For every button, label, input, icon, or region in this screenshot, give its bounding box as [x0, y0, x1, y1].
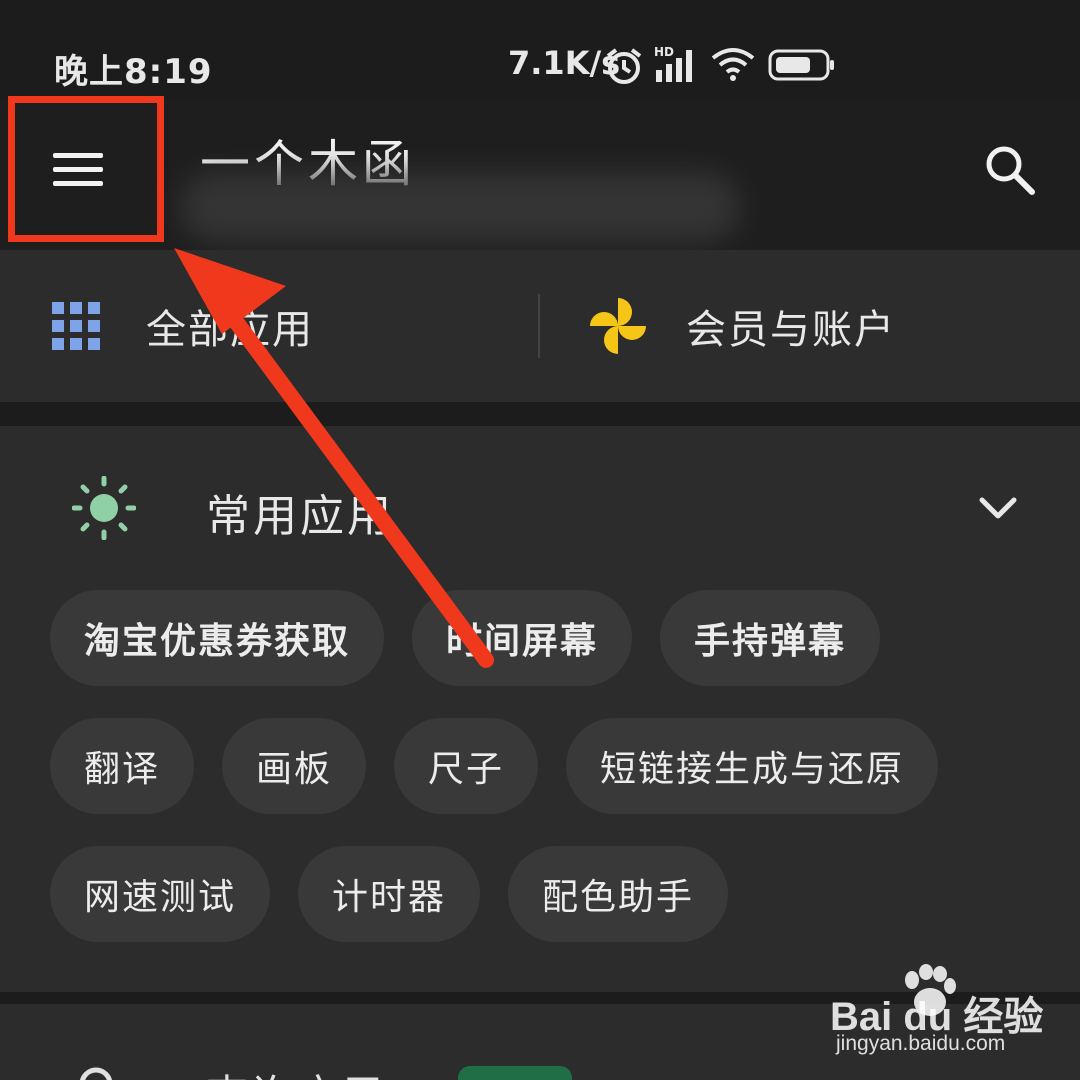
query-apps-label: 查询应用	[206, 1062, 386, 1080]
common-apps-header[interactable]: 常用应用	[0, 466, 1080, 550]
pinwheel-icon	[590, 298, 646, 354]
vip-label: 会员与账户	[686, 307, 896, 353]
search-icon	[79, 1067, 113, 1080]
chip-short-link[interactable]: 短链接生成与还原	[566, 718, 939, 814]
section-gap	[0, 402, 1080, 426]
chip-color-helper[interactable]: 配色助手	[508, 846, 729, 942]
vip-account-button[interactable]: 会员与账户	[586, 250, 1046, 402]
menu-button[interactable]	[28, 130, 128, 210]
chip-row-2: 翻译 画板 尺子 短链接生成与还原	[50, 718, 939, 814]
watermark-url: jingyan.baidu.com	[836, 1032, 1006, 1055]
battery-icon	[768, 49, 834, 81]
sun-icon	[72, 476, 136, 540]
wifi-icon	[711, 48, 755, 81]
all-apps-button[interactable]: 全部应用	[52, 250, 512, 402]
hamburger-menu-icon	[53, 153, 103, 186]
status-bar: 晚上8:19 7.1K/s HD	[0, 0, 1080, 100]
app-bar: 一个木函	[0, 100, 1080, 250]
hd-signal-icon: HD	[654, 45, 692, 82]
all-apps-label: 全部应用	[146, 307, 314, 353]
baidu-watermark: Bai du 经验 jingyan.baidu.com	[830, 964, 1050, 1064]
common-apps-card: 常用应用 淘宝优惠券获取 时间屏幕 手持弹幕 翻译 画板 尺子 短链接生成与还原…	[0, 426, 1080, 992]
chevron-down-icon[interactable]	[978, 490, 1018, 526]
search-button[interactable]	[980, 140, 1040, 200]
top-shortcuts: 全部应用 会员与账户	[0, 250, 1080, 402]
chip-row-3: 网速测试 计时器 配色助手	[50, 846, 729, 942]
chip-drawing-board[interactable]: 画板	[222, 718, 367, 814]
status-time: 晚上8:19	[54, 52, 213, 92]
common-apps-title: 常用应用	[206, 491, 394, 542]
status-icons: 7.1K/s HD	[508, 42, 844, 86]
alarm-icon	[606, 48, 642, 84]
chip-taobao-coupon[interactable]: 淘宝优惠券获取	[50, 590, 385, 686]
chip-handheld-danmaku[interactable]: 手持弹幕	[660, 590, 881, 686]
divider	[538, 294, 540, 358]
chip-speed-test[interactable]: 网速测试	[50, 846, 271, 942]
chip-translate[interactable]: 翻译	[50, 718, 195, 814]
new-badge	[458, 1066, 572, 1080]
chip-row-1: 淘宝优惠券获取 时间屏幕 手持弹幕	[50, 590, 881, 686]
chip-ruler[interactable]: 尺子	[394, 718, 539, 814]
svg-text:HD: HD	[654, 45, 674, 59]
chip-time-screen[interactable]: 时间屏幕	[412, 590, 633, 686]
search-icon	[986, 146, 1035, 195]
blurred-subtitle	[180, 172, 740, 242]
grid-icon	[52, 302, 100, 350]
chip-timer[interactable]: 计时器	[298, 846, 481, 942]
